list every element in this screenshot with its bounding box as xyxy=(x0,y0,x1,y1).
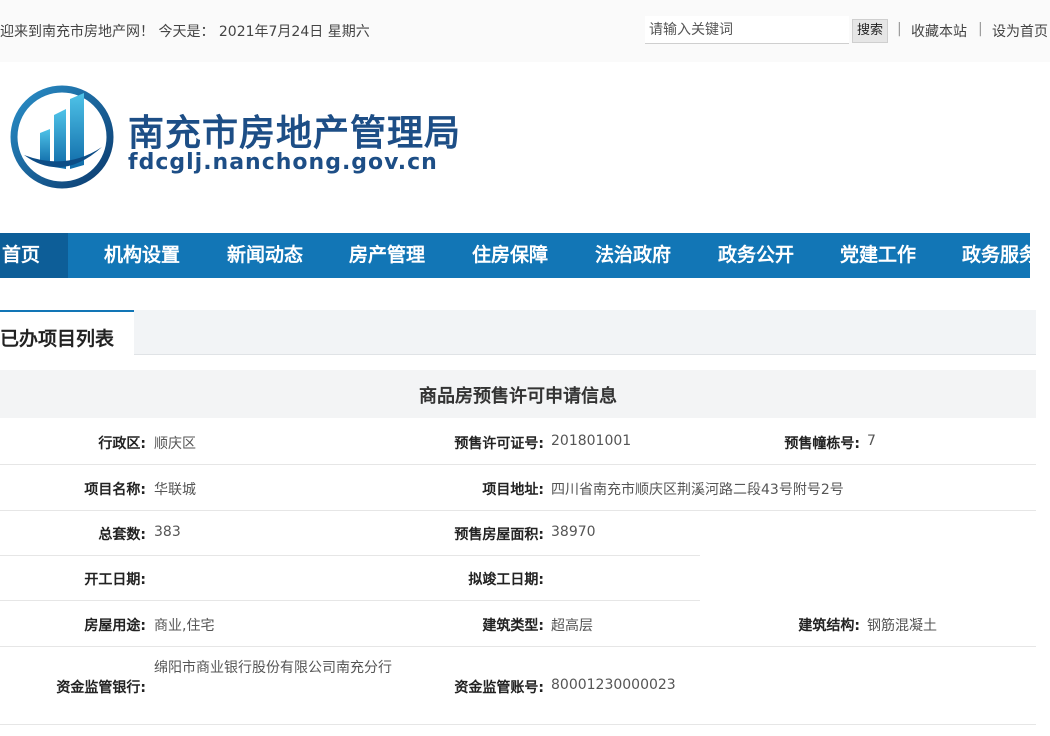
project-address-label: 项目地址: xyxy=(482,482,544,498)
building-no-value: 7 xyxy=(867,433,876,449)
row-divider xyxy=(0,510,1036,511)
project-name-label: 项目名称: xyxy=(84,482,146,498)
presale-area-label: 预售房屋面积: xyxy=(454,527,544,543)
building-type-value: 超高层 xyxy=(551,618,593,634)
row-divider xyxy=(0,646,1036,647)
nav-item-party[interactable]: 党建工作 xyxy=(840,233,916,278)
district-value: 顺庆区 xyxy=(154,436,196,452)
account-label: 资金监管账号: xyxy=(454,680,544,696)
bookmark-link[interactable]: 收藏本站 xyxy=(911,21,967,41)
site-domain: fdcglj.nanchong.gov.cn xyxy=(128,150,438,175)
divider: | xyxy=(978,21,983,37)
top-bar: 迎来到南充市房地产网！ 今天是： 2021年7月24日 星期六 搜索 | 收藏本… xyxy=(0,0,1050,63)
bank-label: 资金监管银行: xyxy=(56,680,146,696)
main-nav: 首页 机构设置 新闻动态 房产管理 住房保障 法治政府 政务公开 党建工作 政务… xyxy=(0,233,1030,278)
panel-title: 商品房预售许可申请信息 xyxy=(419,386,617,407)
row-divider xyxy=(0,464,1036,465)
structure-label: 建筑结构: xyxy=(798,618,860,634)
nav-item-public-affairs[interactable]: 政务公开 xyxy=(718,233,794,278)
bank-value: 绵阳市商业银行股份有限公司南充分行 xyxy=(154,660,392,676)
account-value: 80001230000023 xyxy=(551,677,676,693)
welcome-text: 迎来到南充市房地产网！ 今天是： 2021年7月24日 星期六 xyxy=(0,24,370,40)
nav-item-services[interactable]: 政务服务 xyxy=(962,233,1030,278)
site-title: 南充市房地产管理局 xyxy=(128,113,462,154)
divider: | xyxy=(897,21,902,37)
structure-value: 钢筋混凝土 xyxy=(867,618,937,634)
row-divider xyxy=(0,724,1036,725)
tab-label: 已办项目列表 xyxy=(0,328,115,350)
project-name-value: 华联城 xyxy=(154,482,196,498)
completion-date-label: 拟竣工日期: xyxy=(468,572,544,588)
district-label: 行政区: xyxy=(98,436,146,452)
usage-label: 房屋用途: xyxy=(84,618,146,634)
nav-item-organization[interactable]: 机构设置 xyxy=(104,233,180,278)
total-units-label: 总套数: xyxy=(98,527,146,543)
building-type-label: 建筑类型: xyxy=(482,618,544,634)
tab-bar xyxy=(0,310,1036,355)
nav-item-housing[interactable]: 住房保障 xyxy=(472,233,548,278)
nav-item-property[interactable]: 房产管理 xyxy=(349,233,425,278)
building-no-label: 预售幢栋号: xyxy=(784,436,860,452)
nav-item-home[interactable]: 首页 xyxy=(0,233,69,278)
logo-icon xyxy=(10,85,114,189)
presale-area-value: 38970 xyxy=(551,524,596,540)
nav-item-rule-of-law[interactable]: 法治政府 xyxy=(595,233,671,278)
start-date-label: 开工日期: xyxy=(84,572,146,588)
usage-value: 商业,住宅 xyxy=(154,618,215,634)
permit-no-value: 201801001 xyxy=(551,433,632,449)
total-units-value: 383 xyxy=(154,524,181,540)
nav-item-news[interactable]: 新闻动态 xyxy=(227,233,303,278)
set-home-link[interactable]: 设为首页 xyxy=(992,21,1048,41)
search-button[interactable]: 搜索 xyxy=(852,19,888,43)
permit-no-label: 预售许可证号: xyxy=(454,436,544,452)
row-divider xyxy=(0,600,700,601)
search-input[interactable] xyxy=(645,16,849,44)
row-divider xyxy=(0,555,700,556)
project-address-value: 四川省南充市顺庆区荆溪河路二段43号附号2号 xyxy=(551,482,844,498)
